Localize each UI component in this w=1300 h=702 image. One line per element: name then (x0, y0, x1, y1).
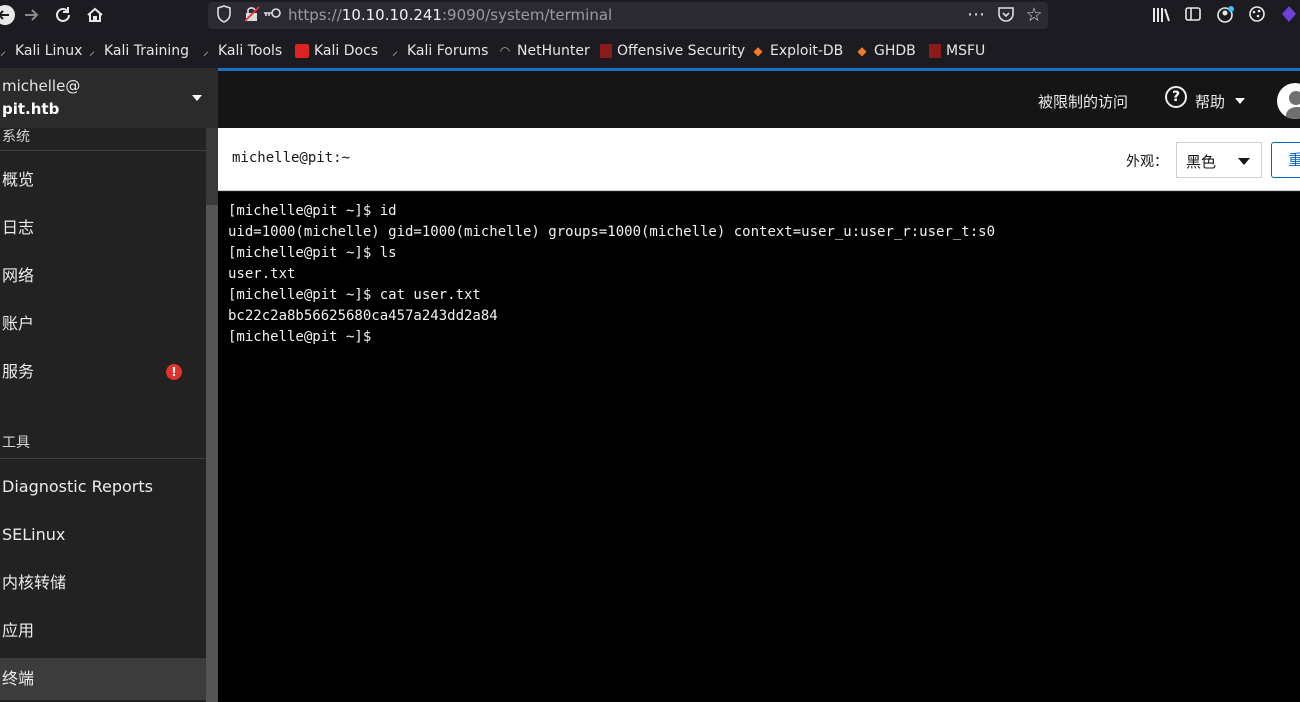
page-actions-icon[interactable]: ⋯ (966, 5, 986, 25)
help-caret-icon (1235, 98, 1245, 104)
bookmark-kali-linux[interactable]: ⸝ Kali Linux (0, 41, 82, 61)
terminal-line: [michelle@pit ~]$ id (228, 203, 397, 219)
bookmark-kali-tools[interactable]: ⸝ Kali Tools (199, 41, 282, 61)
sidebar-item-networking[interactable]: 网络 (0, 255, 206, 297)
terminal-title: michelle@pit:~ (232, 150, 351, 166)
user-avatar[interactable] (1277, 83, 1300, 119)
offsec-icon (600, 44, 612, 58)
bookmark-label: Kali Forums (407, 43, 489, 59)
bookmark-label: NetHunter (517, 43, 590, 59)
bookmarks-bar: ⸝ Kali Linux ⸝ Kali Training ⸝ Kali Tools K… (0, 32, 1300, 68)
terminal-prompt: [michelle@pit ~]$ (228, 329, 380, 345)
kali-docs-icon (295, 44, 309, 58)
terminal-prompt-line: [michelle@pit ~]$ (228, 327, 388, 348)
bookmark-kali-forums[interactable]: ⸝ Kali Forums (388, 41, 488, 61)
kali-dragon-icon: ⸝ (88, 44, 95, 58)
help-menu-button[interactable]: 帮助 (1195, 91, 1225, 112)
host-user: michelle@ (2, 77, 81, 95)
reset-button[interactable]: 重 (1271, 142, 1300, 178)
reload-icon[interactable] (52, 4, 74, 26)
top-header: 被限制的访问 ? 帮助 (218, 68, 1300, 128)
help-icon[interactable]: ? (1165, 86, 1187, 108)
back-icon[interactable] (0, 4, 16, 26)
sidebar-nav: 系统 概览 日志 网络 账户 服务 ! 工具 Diagnostic Report… (0, 128, 206, 702)
pocket-icon[interactable] (996, 5, 1016, 25)
sidebar-item-applications[interactable]: 应用 (0, 610, 206, 652)
sidebar-item-services[interactable]: 服务 ! (0, 351, 206, 393)
terminal-line: uid=1000(michelle) gid=1000(michelle) gr… (228, 224, 996, 240)
host-selector[interactable]: michelle@ pit.htb (0, 68, 218, 128)
bookmark-msfu[interactable]: MSFU (929, 41, 985, 61)
terminal-line: [michelle@pit ~]$ cat user.txt (228, 287, 481, 303)
bookmark-kali-training[interactable]: ⸝ Kali Training (85, 41, 189, 61)
bookmark-ghdb[interactable]: ◆ GHDB (855, 41, 916, 61)
terminal-cursor (379, 329, 388, 345)
account-icon[interactable] (1214, 4, 1236, 26)
kali-dragon-icon: ⸝ (391, 44, 398, 58)
error-alert-icon: ! (166, 364, 182, 380)
terminal-header: michelle@pit:~ 外观： 黑色 重 (218, 128, 1300, 191)
section-divider (0, 150, 206, 151)
bookmark-label: Kali Docs (314, 43, 379, 59)
sidebar-scrollbar-thumb[interactable] (206, 205, 218, 702)
library-icon[interactable] (1150, 4, 1172, 26)
sidebar-toggle-icon[interactable] (1182, 4, 1204, 26)
bookmark-label: GHDB (874, 43, 916, 59)
bookmark-exploit-db[interactable]: ◆ Exploit-DB (751, 41, 843, 61)
bookmark-label: Kali Linux (15, 43, 83, 59)
terminal-screen[interactable]: [michelle@pit ~]$ id uid=1000(michelle) … (218, 192, 1300, 702)
chevron-down-icon (192, 95, 202, 101)
sidebar-item-overview[interactable]: 概览 (0, 159, 206, 201)
terminal-line: [michelle@pit ~]$ ls (228, 245, 397, 261)
chevron-down-icon (1238, 158, 1250, 165)
terminal-line: user.txt (228, 266, 296, 282)
offsec-icon (929, 44, 941, 58)
appearance-value: 黑色 (1186, 153, 1217, 171)
url-text[interactable]: https://10.10.10.241:9090/system/termina… (288, 6, 612, 24)
home-icon[interactable] (84, 4, 106, 26)
appearance-select[interactable]: 黑色 (1176, 142, 1262, 178)
extension-icon[interactable] (1246, 4, 1268, 26)
sidebar-section-tools: 工具 (2, 435, 30, 451)
exploitdb-icon: ◆ (857, 44, 867, 58)
limited-access-button[interactable]: 被限制的访问 (1038, 91, 1128, 112)
kali-dragon-icon: ⸝ (202, 44, 209, 58)
insecure-lock-icon[interactable] (242, 5, 262, 25)
sidebar-item-diagnostic-reports[interactable]: Diagnostic Reports (0, 466, 206, 508)
shield-icon[interactable] (214, 5, 234, 25)
bookmark-label: Exploit-DB (770, 43, 844, 59)
extension-purple-icon[interactable] (1278, 4, 1300, 26)
bookmark-nethunter[interactable]: ◠ NetHunter (498, 41, 590, 61)
url-bar[interactable]: https://10.10.10.241:9090/system/termina… (208, 2, 1048, 29)
exploitdb-icon: ◆ (753, 44, 763, 58)
appearance-label: 外观： (1126, 154, 1168, 170)
forward-icon[interactable] (20, 4, 42, 26)
kali-dragon-icon: ⸝ (0, 44, 6, 58)
host-name: pit.htb (2, 100, 60, 118)
sidebar-item-kernel-dump[interactable]: 内核转储 (0, 562, 206, 604)
bookmark-label: MSFU (946, 43, 986, 59)
sidebar-item-terminal[interactable]: 终端 (0, 658, 206, 700)
bookmark-offensive-security[interactable]: Offensive Security (600, 41, 745, 61)
url-path: :9090/system/terminal (441, 6, 613, 24)
bookmark-label: Kali Training (104, 43, 189, 59)
terminal-line: bc22c2a8b56625680ca457a243dd2a84 (228, 308, 498, 324)
bookmark-kali-docs[interactable]: Kali Docs (295, 41, 378, 61)
browser-toolbar: https://10.10.10.241:9090/system/termina… (0, 0, 1300, 32)
nethunter-icon: ◠ (499, 44, 511, 58)
url-scheme: https:// (288, 6, 342, 24)
sidebar-item-label: 服务 (2, 362, 35, 381)
bookmark-star-icon[interactable]: ☆ (1024, 5, 1044, 25)
section-divider (0, 458, 206, 459)
bookmark-label: Kali Tools (218, 43, 283, 59)
sidebar-item-selinux[interactable]: SELinux (0, 514, 206, 556)
sidebar-item-logs[interactable]: 日志 (0, 207, 206, 249)
key-icon[interactable] (262, 5, 282, 25)
sidebar-section-system: 系统 (2, 129, 30, 145)
url-host: 10.10.10.241 (341, 6, 442, 24)
bookmark-label: Offensive Security (617, 43, 746, 59)
sidebar-item-accounts[interactable]: 账户 (0, 303, 206, 345)
